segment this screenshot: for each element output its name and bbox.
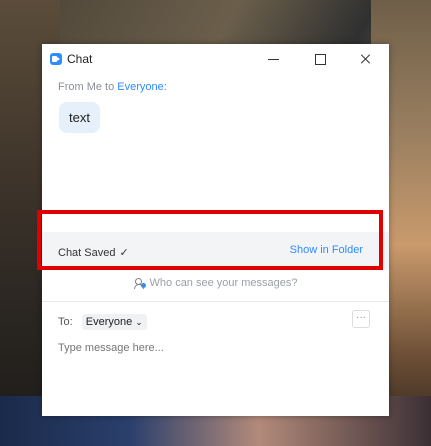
chat-saved-label: Chat Saved — [58, 247, 116, 259]
chat-window: Chat From Me to Everyone: text Chat Save… — [42, 44, 389, 416]
message-bubble: text — [59, 102, 100, 133]
window-title: Chat — [67, 52, 93, 66]
checkmark-icon: ✓ — [119, 247, 129, 259]
chevron-down-icon: ⌄ — [135, 317, 143, 327]
zoom-app-icon — [50, 53, 62, 65]
chat-saved-bar: Chat Saved ✓ Show in Folder — [42, 232, 389, 270]
minimize-button[interactable] — [262, 48, 286, 70]
people-icon — [133, 278, 146, 290]
divider — [42, 301, 389, 302]
message-sender-line: From Me to Everyone: — [58, 81, 167, 93]
more-options-button[interactable]: ··· — [352, 310, 370, 328]
maximize-button[interactable] — [308, 48, 332, 70]
close-button[interactable] — [354, 48, 378, 70]
recipient-value: Everyone — [85, 316, 133, 328]
from-prefix: From Me to — [58, 81, 115, 93]
who-can-see-messages[interactable]: Who can see your messages? — [42, 277, 389, 297]
recipient-dropdown[interactable]: Everyone ⌄ — [81, 314, 147, 330]
chat-saved-status: Chat Saved ✓ — [58, 246, 129, 259]
to-label: To: — [58, 316, 73, 328]
title-bar[interactable]: Chat — [42, 44, 389, 74]
show-in-folder-link[interactable]: Show in Folder — [290, 244, 363, 256]
who-can-see-label: Who can see your messages? — [149, 277, 298, 289]
recipient-row: To: Everyone ⌄ — [58, 314, 147, 330]
message-input[interactable] — [58, 342, 358, 354]
recipient-link[interactable]: Everyone: — [117, 81, 167, 93]
